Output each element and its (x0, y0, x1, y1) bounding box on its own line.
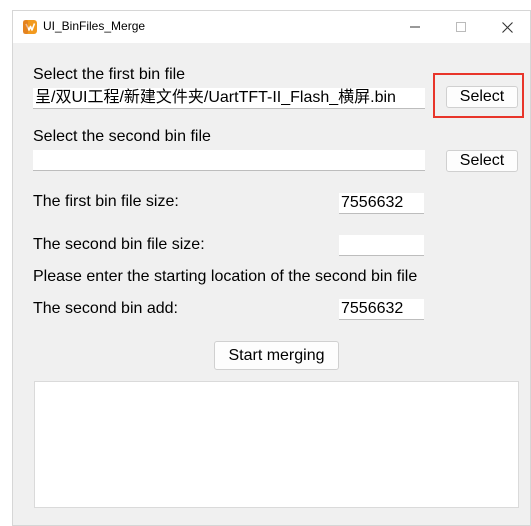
select-second-bin-button[interactable]: Select (446, 150, 518, 172)
minimize-button[interactable] (392, 11, 438, 43)
maximize-icon (456, 22, 466, 32)
close-button[interactable] (484, 11, 530, 43)
second-bin-path-field[interactable] (33, 150, 425, 171)
close-icon (501, 21, 513, 33)
title-bar[interactable]: UI_BinFiles_Merge (13, 11, 530, 43)
second-size-label: The second bin file size: (33, 236, 205, 253)
select-first-bin-button[interactable]: Select (446, 86, 518, 108)
first-size-field[interactable]: 7556632 (339, 193, 424, 214)
second-bin-label: Select the second bin file (33, 128, 211, 145)
output-log[interactable] (34, 381, 519, 508)
second-size-field[interactable] (339, 235, 424, 256)
first-bin-label: Select the first bin file (33, 66, 186, 83)
second-bin-add-field[interactable]: 7556632 (339, 299, 424, 320)
first-bin-path-field[interactable]: 呈/双UI工程/新建文件夹/UartTFT-II_Flash_横屏.bin (33, 88, 425, 109)
start-location-prompt: Please enter the starting location of th… (33, 268, 418, 285)
first-bin-path-text: 呈/双UI工程/新建文件夹/UartTFT-II_Flash_横屏.bin (35, 89, 396, 106)
first-size-label: The first bin file size: (33, 193, 179, 210)
app-logo-icon (23, 20, 37, 34)
app-window: UI_BinFiles_Merge Select the first bin f… (12, 10, 531, 526)
maximize-button[interactable] (438, 11, 484, 43)
window-title: UI_BinFiles_Merge (43, 19, 146, 33)
minimize-icon (410, 26, 420, 28)
start-merging-button[interactable]: Start merging (214, 341, 339, 370)
second-bin-add-label: The second bin add: (33, 300, 178, 317)
